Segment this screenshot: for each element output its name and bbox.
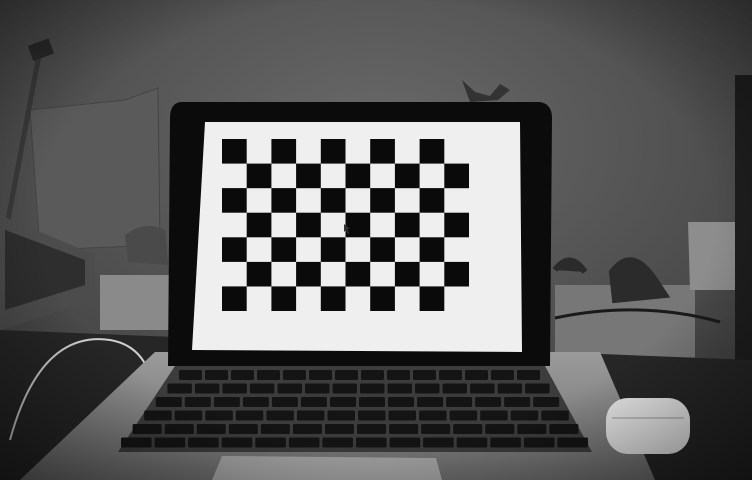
- photo-scene: [0, 0, 752, 480]
- scene-svg: [0, 0, 752, 480]
- lens-vignette: [0, 0, 752, 480]
